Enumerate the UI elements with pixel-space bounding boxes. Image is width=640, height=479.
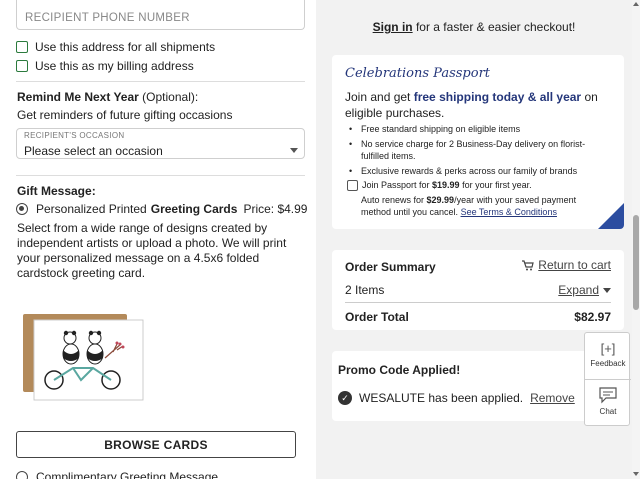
check-circle-icon: ✓: [338, 391, 352, 405]
passport-join-checkbox[interactable]: [347, 180, 358, 191]
passport-benefits-list: Free standard shipping on eligible items…: [345, 123, 613, 180]
signin-link[interactable]: Sign in: [373, 20, 413, 34]
chevron-down-icon: [603, 288, 611, 294]
passport-benefit-item: Free standard shipping on eligible items: [345, 123, 613, 135]
recipient-phone-field[interactable]: RECIPIENT PHONE NUMBER: [16, 0, 305, 30]
terms-link[interactable]: See Terms & Conditions: [461, 207, 557, 217]
gift-description: Select from a wide range of designs crea…: [17, 221, 287, 280]
promo-title: Promo Code Applied!: [338, 363, 461, 377]
recipient-phone-placeholder: RECIPIENT PHONE NUMBER: [25, 12, 190, 24]
feedback-chat-widget: [+] Feedback Chat: [584, 332, 631, 426]
passport-intro: Join and get free shipping today & all y…: [345, 90, 598, 120]
cart-icon: [522, 259, 535, 270]
divider: [16, 81, 305, 82]
remind-subtitle: Get reminders of future gifting occasion…: [17, 108, 233, 122]
divider: [345, 302, 611, 303]
chat-bubble-icon: [599, 387, 617, 404]
order-total-value: $82.97: [574, 310, 611, 324]
promo-applied-row: ✓ WESALUTE has been applied. Remove: [338, 391, 575, 405]
printed-card-label-bold: Greeting Cards: [150, 202, 238, 216]
scrollbar-thumb[interactable]: [633, 215, 639, 310]
remind-title: Remind Me Next Year (Optional):: [17, 90, 199, 104]
printed-card-label: Personalized Printed: [36, 202, 147, 216]
use-billing-option[interactable]: Use this as my billing address: [16, 59, 194, 73]
feedback-label: Feedback: [590, 359, 626, 368]
passport-join-option[interactable]: Join Passport for $19.99 for your first …: [347, 180, 532, 191]
promo-remove-link[interactable]: Remove: [530, 391, 575, 405]
scroll-up-arrow-icon[interactable]: [633, 2, 639, 6]
chat-label: Chat: [599, 407, 617, 416]
return-to-cart[interactable]: Return to cart: [522, 258, 611, 272]
return-to-cart-link[interactable]: Return to cart: [538, 258, 611, 272]
passport-benefit-item: Exclusive rewards & perks across our fam…: [345, 165, 613, 177]
complimentary-message-radio[interactable]: [16, 471, 28, 479]
passport-logo: Celebrations Passport: [345, 66, 491, 81]
passport-offer-card: Celebrations Passport Join and get free …: [332, 55, 624, 229]
occasion-select-value: Please select an occasion: [24, 144, 163, 158]
order-summary-card: Order Summary Return to cart 2 Items Exp…: [332, 250, 624, 330]
occasion-select-label: RECIPIENT'S OCCASION: [24, 131, 125, 140]
scroll-down-arrow-icon[interactable]: [633, 472, 639, 476]
delivery-details-column: RECIPIENT PHONE NUMBER Use this address …: [0, 0, 316, 479]
feedback-plus-icon: [+]: [600, 341, 616, 356]
divider: [16, 175, 305, 176]
browse-cards-button[interactable]: BROWSE CARDS: [16, 431, 296, 458]
passport-corner-decoration: [598, 203, 624, 229]
passport-benefit-item: No service charge for 2 Business-Day del…: [345, 138, 613, 162]
passport-auto-renew-text: Auto renews for $29.99/year with your sa…: [361, 195, 577, 217]
passport-join-label: Join Passport for $19.99 for your first …: [362, 180, 532, 190]
occasion-select[interactable]: RECIPIENT'S OCCASION Please select an oc…: [16, 128, 305, 159]
order-total-label: Order Total: [345, 310, 409, 324]
printed-card-option[interactable]: Personalized Printed Greeting Cards Pric…: [16, 202, 307, 216]
promo-code-card: Promo Code Applied! ✓ WESALUTE has been …: [332, 351, 624, 421]
use-all-shipments-checkbox[interactable]: [16, 41, 28, 53]
gift-message-title: Gift Message:: [17, 184, 96, 198]
item-count: 2 Items: [345, 283, 385, 297]
complimentary-message-label: Complimentary Greeting Message: [36, 470, 219, 479]
expand-link[interactable]: Expand: [558, 283, 599, 297]
printed-card-price: Price: $4.99: [243, 202, 308, 216]
expand-toggle[interactable]: Expand: [558, 283, 611, 297]
page-scrollbar[interactable]: [632, 0, 640, 479]
complimentary-message-option[interactable]: Complimentary Greeting Message: [16, 470, 218, 479]
chevron-down-icon: [290, 148, 298, 153]
chat-button[interactable]: Chat: [585, 380, 631, 426]
use-billing-label: Use this as my billing address: [35, 59, 194, 73]
promo-applied-text: WESALUTE has been applied.: [359, 391, 524, 405]
use-billing-checkbox[interactable]: [16, 60, 28, 72]
printed-card-radio[interactable]: [16, 203, 28, 215]
order-summary-title: Order Summary: [345, 260, 436, 274]
signin-prompt: Sign in for a faster & easier checkout!: [372, 20, 576, 34]
feedback-button[interactable]: [+] Feedback: [585, 333, 631, 379]
use-all-shipments-label: Use this address for all shipments: [35, 40, 216, 54]
greeting-card-image: [23, 314, 144, 401]
use-all-shipments-option[interactable]: Use this address for all shipments: [16, 40, 215, 54]
